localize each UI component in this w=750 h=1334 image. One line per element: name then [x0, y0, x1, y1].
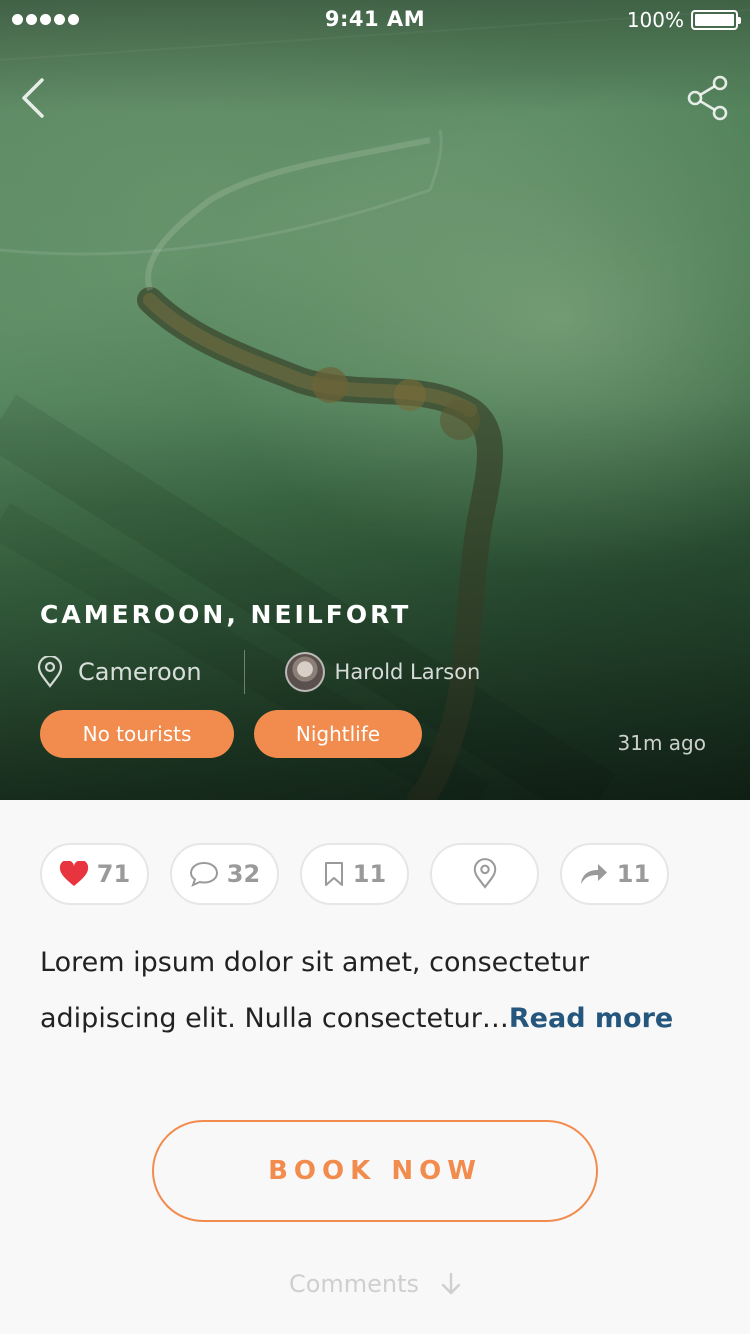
comments-label: Comments — [288, 1270, 420, 1298]
location-pin-icon — [37, 656, 63, 688]
author-name[interactable]: Harold Larson — [335, 660, 481, 684]
back-button[interactable] — [14, 74, 58, 122]
forward-arrow-icon — [580, 864, 607, 884]
comment-count: 32 — [226, 860, 261, 888]
comment-button[interactable]: 32 — [170, 843, 279, 905]
tag-no-tourists[interactable]: No tourists — [40, 710, 234, 758]
meta-row: Cameroon Harold Larson — [36, 650, 480, 694]
location-button[interactable] — [430, 843, 539, 905]
place-title: CAMEROON, NEILFORT — [40, 600, 412, 629]
bookmark-icon — [324, 862, 343, 886]
speech-bubble-icon — [189, 861, 218, 887]
chevron-left-icon — [22, 78, 44, 118]
arrow-down-icon — [441, 1272, 461, 1295]
stats-row: 71 32 11 11 — [40, 843, 669, 905]
status-bar: 9:41 AM 100% — [0, 0, 750, 40]
location-link[interactable]: Cameroon — [78, 658, 202, 686]
battery-percentage: 100% — [626, 8, 684, 32]
description: Lorem ipsum dolor sit amet, consectetur … — [40, 935, 720, 1047]
post-time: 31m ago — [617, 731, 706, 755]
share-count: 11 — [616, 860, 651, 888]
heart-icon — [59, 861, 88, 886]
location-pin-icon — [473, 858, 496, 889]
comments-toggle[interactable]: Comments — [0, 1270, 750, 1298]
bookmark-button[interactable]: 11 — [300, 843, 409, 905]
book-now-button[interactable]: BOOK NOW — [152, 1120, 598, 1222]
author-avatar[interactable] — [284, 652, 325, 692]
tag-nightlife[interactable]: Nightlife — [254, 710, 422, 758]
bookmark-count: 11 — [352, 860, 387, 888]
battery-icon — [691, 10, 741, 30]
forward-button[interactable]: 11 — [560, 843, 669, 905]
share-icon — [687, 75, 728, 121]
tag-list: No tourists Nightlife — [40, 710, 422, 758]
read-more-link[interactable]: Read more — [509, 1003, 673, 1034]
description-text: Lorem ipsum dolor sit amet, consectetur … — [40, 947, 590, 1034]
like-button[interactable]: 71 — [40, 843, 149, 905]
like-count: 71 — [96, 860, 131, 888]
share-button[interactable] — [686, 74, 730, 122]
